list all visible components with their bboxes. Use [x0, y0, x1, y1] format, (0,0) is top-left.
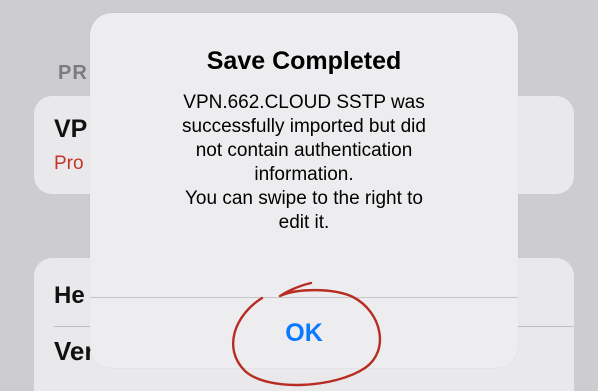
vpn-row-title: VP	[54, 115, 88, 143]
alert-message-line: information.	[254, 164, 354, 185]
help-row[interactable]: He	[54, 282, 85, 310]
ok-button[interactable]: OK	[90, 298, 518, 368]
alert-dialog: Save Completed VPN.662.CLOUD SSTP was su…	[90, 13, 518, 368]
section-header: PR	[58, 62, 88, 84]
alert-message-line: VPN.662.CLOUD SSTP was	[183, 92, 425, 113]
alert-message-line: You can swipe to the right to	[184, 188, 423, 209]
alert-message-line: not contain authentication	[195, 140, 413, 161]
alert-message-line: edit it.	[278, 212, 330, 233]
vpn-row-subtitle: Pro	[54, 153, 84, 174]
alert-title: Save Completed	[206, 47, 402, 75]
screen: PR VP Pro He Version 3.3.2 Save Complete…	[0, 0, 598, 391]
alert-message: VPN.662.CLOUD SSTP was successfully impo…	[124, 91, 484, 235]
alert-message-line: successfully imported but did	[182, 116, 426, 137]
